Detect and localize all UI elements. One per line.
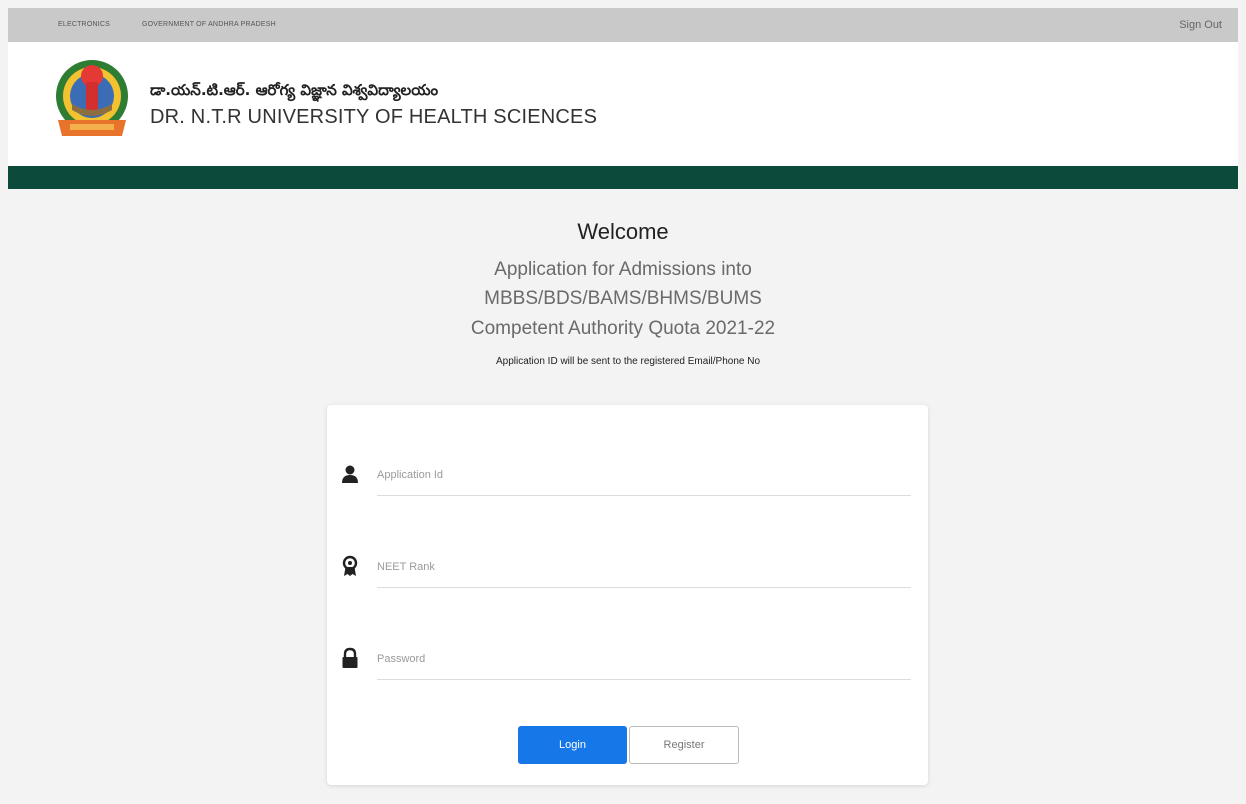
welcome-heading: Welcome (577, 219, 669, 244)
password-input[interactable] (377, 647, 907, 671)
login-card: Login Register (327, 405, 928, 785)
green-band (8, 166, 1238, 189)
neet-rank-input[interactable] (377, 555, 907, 579)
field-underline (377, 587, 911, 588)
site-header: డా.యన్.టి.ఆర్. ఆరోగ్య విజ్ఞాన విశ్వవిద్య… (8, 42, 1238, 166)
topbar-link-government[interactable]: GOVERNMENT OF ANDHRA PRADESH (142, 21, 276, 28)
award-icon (339, 555, 361, 577)
password-field (339, 639, 911, 680)
subtitle-line-1: Application for Admissions into (494, 259, 752, 280)
user-icon (339, 463, 361, 485)
subtitle-line-3: Competent Authority Quota 2021-22 (470, 318, 776, 339)
subtitle-line-2: MBBS/BDS/BAMS/BHMS/BUMS (484, 288, 762, 309)
field-underline (377, 495, 911, 496)
register-button[interactable]: Register (629, 726, 739, 764)
university-logo (52, 54, 132, 142)
university-name-telugu: డా.యన్.టి.ఆర్. ఆరోగ్య విజ్ఞాన విశ్వవిద్య… (150, 81, 439, 99)
application-id-field (339, 455, 911, 496)
university-name-english: DR. N.T.R UNIVERSITY OF HEALTH SCIENCES (150, 106, 598, 128)
sign-out-link[interactable]: Sign Out (1179, 19, 1222, 31)
login-button[interactable]: Login (518, 726, 627, 764)
field-underline (377, 679, 911, 680)
application-id-note: Application ID will be sent to the regis… (495, 356, 761, 367)
application-id-input[interactable] (377, 463, 907, 487)
topbar-link-1[interactable]: ELECTRONICS (58, 21, 110, 28)
top-bar: ELECTRONICS GOVERNMENT OF ANDHRA PRADESH… (8, 8, 1238, 42)
neet-rank-field (339, 547, 911, 588)
lock-icon (339, 647, 361, 669)
